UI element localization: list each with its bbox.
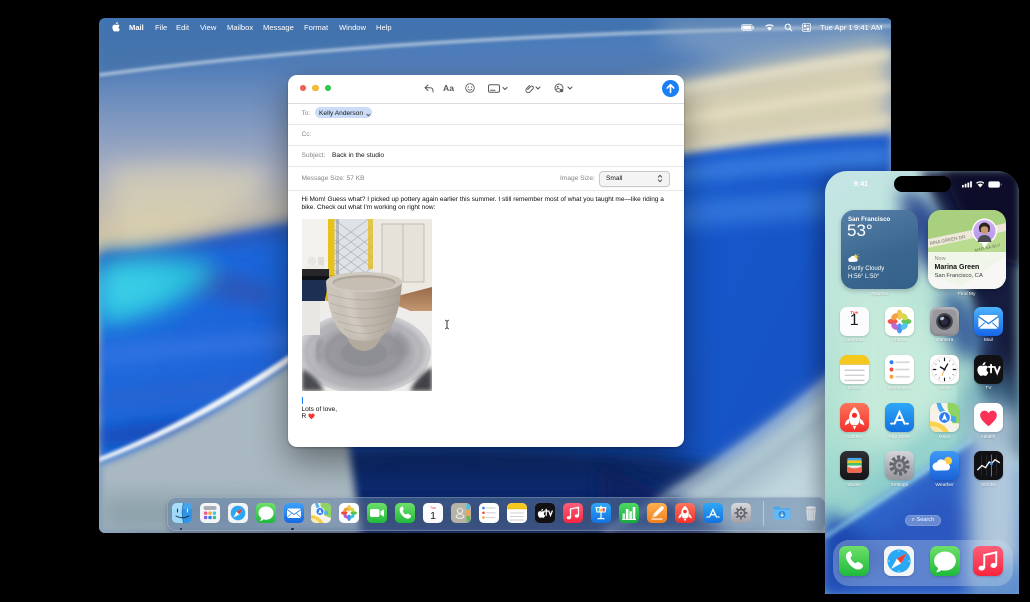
svg-text:1: 1: [430, 510, 436, 522]
svg-text:Tue: Tue: [430, 506, 436, 510]
